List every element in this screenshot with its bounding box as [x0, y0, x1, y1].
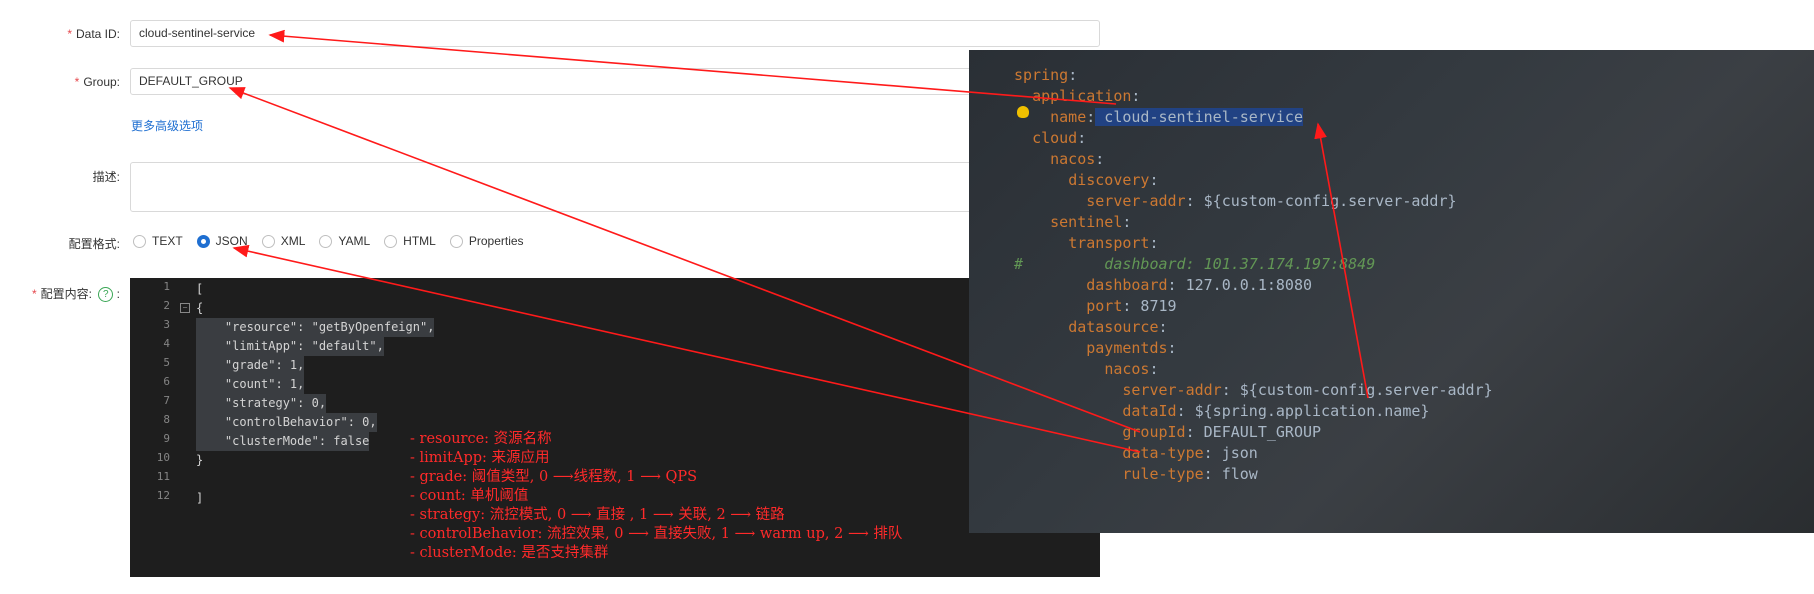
line-number: 1 — [163, 280, 170, 293]
code-line: { — [196, 301, 204, 315]
group-label: * Group: — [74, 75, 120, 89]
code-line: "limitApp": "default", — [196, 337, 384, 356]
radio-properties[interactable]: Properties — [449, 234, 524, 248]
line-number: 10 — [156, 451, 170, 464]
radio-xml-label: XML — [280, 234, 306, 248]
radio-json-label: JSON — [215, 234, 248, 248]
data-id-input[interactable]: cloud-sentinel-service — [130, 20, 1100, 47]
data-id-label-text: Data ID: — [75, 27, 120, 41]
fold-toggle-icon[interactable]: − — [180, 303, 190, 313]
code-line: "controlBehavior": 0, — [196, 413, 377, 432]
radio-json[interactable]: JSON — [196, 234, 248, 248]
yaml-line: port: 8719 — [1086, 297, 1177, 315]
code-line: [ — [196, 282, 204, 296]
code-line: "count": 1, — [196, 375, 305, 394]
editor-gutter: 1 2 3 4 5 6 7 8 9 10 11 12− — [130, 278, 190, 577]
radio-dot — [319, 234, 333, 248]
radio-dot — [384, 234, 398, 248]
yaml-line: discovery: — [1068, 171, 1159, 189]
content-label-colon: : — [116, 287, 120, 301]
yaml-line: nacos: — [1104, 360, 1159, 378]
line-number: 5 — [163, 356, 170, 369]
help-icon[interactable]: ? — [98, 287, 114, 303]
group-input[interactable]: DEFAULT_GROUP — [130, 68, 1100, 95]
radio-properties-label: Properties — [468, 234, 524, 248]
yaml-line: sentinel: — [1050, 213, 1132, 231]
code-line: "strategy": 0, — [196, 394, 327, 413]
description-label: 描述: — [92, 170, 120, 184]
annotation-line: - clusterMode: 是否支持集群 — [410, 545, 609, 561]
format-label: 配置格式: — [68, 237, 120, 251]
annotation-line: - controlBehavior: 流控效果, 0 ⟶ 直接失败, 1 ⟶ w… — [410, 526, 903, 542]
annotation-line: - limitApp: 来源应用 — [410, 450, 550, 466]
radio-yaml[interactable]: YAML — [319, 234, 370, 248]
radio-yaml-label: YAML — [338, 234, 371, 248]
content-label: * 配置内容: ? : — [31, 287, 120, 303]
line-number: 9 — [163, 432, 170, 445]
field-annotations: - resource: 资源名称 - limitApp: 来源应用 - grade:… — [410, 430, 902, 563]
yaml-line: cloud: — [1032, 129, 1087, 147]
radio-dot — [133, 234, 146, 248]
format-radio-group: TEXT JSON XML YAML HTML Properties — [133, 234, 538, 248]
line-number: 7 — [163, 394, 170, 407]
line-number: 2 — [163, 299, 170, 312]
yaml-line: spring: — [1014, 66, 1078, 84]
line-number: 8 — [163, 413, 170, 426]
line-number: 6 — [163, 375, 170, 388]
code-line: "clusterMode": false — [196, 432, 370, 451]
radio-dot — [261, 234, 275, 248]
radio-xml[interactable]: XML — [261, 234, 306, 248]
code-line: ] — [196, 491, 204, 505]
radio-html[interactable]: HTML — [384, 234, 436, 248]
yaml-line: # dashboard: 101.37.174.197:8849 — [1014, 255, 1376, 273]
annotation-line: - count: 单机阈值 — [410, 488, 529, 504]
yaml-line: rule-type: flow — [1122, 465, 1258, 483]
annotation-line: - strategy: 流控模式, 0 ⟶ 直接 , 1 ⟶ 关联, 2 ⟶ 链… — [410, 507, 785, 523]
line-number: 12 — [156, 489, 170, 502]
radio-text-label: TEXT — [152, 234, 183, 248]
radio-dot-checked — [196, 234, 210, 248]
code-line: "resource": "getByOpenfeign", — [196, 318, 435, 337]
radio-html-label: HTML — [403, 234, 436, 248]
code-line: } — [196, 453, 204, 467]
annotation-line: - grade: 阈值类型, 0 ⟶线程数, 1 ⟶ QPS — [410, 469, 698, 485]
yaml-line: nacos: — [1050, 150, 1105, 168]
line-number: 3 — [163, 318, 170, 331]
yaml-line: transport: — [1068, 234, 1159, 252]
code-editor[interactable]: 1 2 3 4 5 6 7 8 9 10 11 12− [{ "resource": "getByOp… — [130, 278, 1100, 577]
yaml-line: groupId: DEFAULT_GROUP — [1122, 423, 1322, 441]
yaml-line: application: — [1032, 87, 1141, 105]
content-label-text: 配置内容: — [40, 287, 92, 301]
yaml-line: datasource: — [1068, 318, 1168, 336]
yaml-line: dashboard: 127.0.0.1:8080 — [1086, 276, 1313, 294]
line-number: 11 — [156, 470, 170, 483]
annotation-line: - resource: 资源名称 — [410, 431, 552, 447]
code-line: "grade": 1, — [196, 356, 305, 375]
ide-yaml-panel: spring: application: name: cloud-sentine… — [969, 50, 1814, 533]
advanced-options-link[interactable]: 更多高级选项 — [131, 117, 203, 134]
description-textarea[interactable] — [130, 162, 1100, 212]
group-label-text: Group: — [83, 75, 120, 89]
yaml-line: paymentds: — [1086, 339, 1177, 357]
line-number: 4 — [163, 337, 170, 350]
data-id-label: * Data ID: — [67, 27, 120, 41]
yaml-line: server-addr: ${custom-config.server-addr… — [1086, 192, 1457, 210]
yaml-line: name: cloud-sentinel-service — [1050, 108, 1303, 126]
radio-dot — [449, 234, 463, 248]
radio-text[interactable]: TEXT — [133, 234, 183, 248]
yaml-line: server-addr: ${custom-config.server-addr… — [1122, 381, 1493, 399]
yaml-line: dataId: ${spring.application.name} — [1122, 402, 1430, 420]
yaml-line: data-type: json — [1122, 444, 1258, 462]
